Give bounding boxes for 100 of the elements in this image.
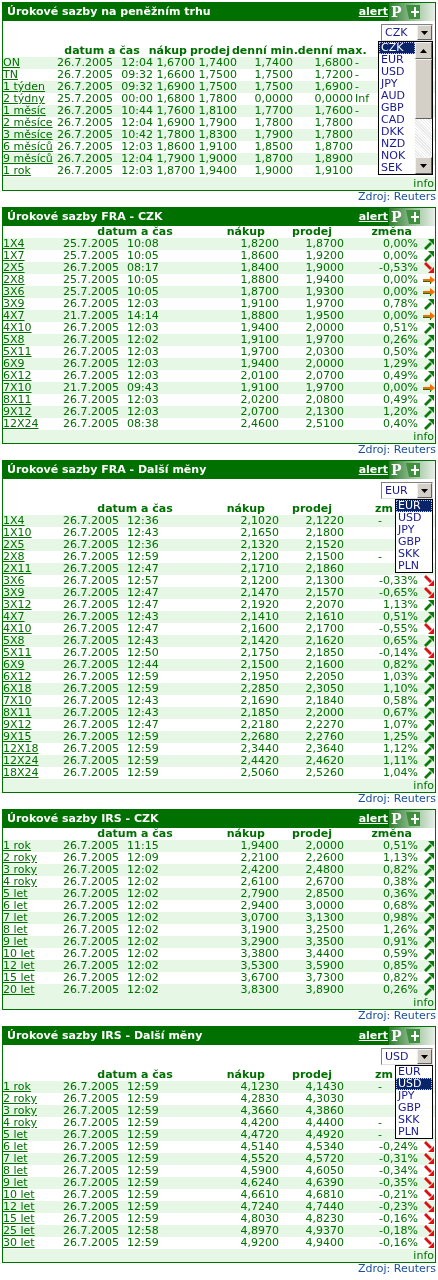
term-link[interactable]: 5X8 <box>3 635 25 647</box>
term-link[interactable]: 4X7 <box>3 611 25 623</box>
logo[interactable]: P <box>389 3 435 21</box>
term-link[interactable]: 8X11 <box>3 707 32 719</box>
term-link[interactable]: 2X8 <box>3 274 25 286</box>
currency-option[interactable]: AUD <box>379 90 415 102</box>
term-link[interactable]: 8X11 <box>3 394 32 406</box>
term-link[interactable]: 2X5 <box>3 539 25 551</box>
dropdown-button[interactable] <box>417 483 432 498</box>
currency-option[interactable]: EUR <box>396 500 432 512</box>
alert-link[interactable]: alert <box>358 208 388 226</box>
term-link[interactable]: 3 měsíce <box>3 129 53 141</box>
term-link[interactable]: 5 let <box>3 1129 28 1141</box>
currency-option[interactable]: JPY <box>379 78 415 90</box>
info-link[interactable]: info <box>413 996 435 1009</box>
scroll-down-button[interactable] <box>415 157 432 174</box>
currency-option[interactable]: SKK <box>396 1114 432 1126</box>
currency-option[interactable]: PLN <box>396 560 432 572</box>
term-link[interactable]: 4X7 <box>3 310 25 322</box>
term-link[interactable]: 6X9 <box>3 659 25 671</box>
term-link[interactable]: 4X10 <box>3 623 32 635</box>
logo[interactable]: P <box>389 208 435 226</box>
term-link[interactable]: 6X12 <box>3 671 32 683</box>
term-link[interactable]: 12 let <box>3 1201 35 1213</box>
term-link[interactable]: 12X24 <box>3 755 39 767</box>
currency-option[interactable]: NOK <box>379 150 415 162</box>
term-link[interactable]: 3X6 <box>3 575 25 587</box>
alert-link[interactable]: alert <box>358 1027 388 1045</box>
term-link[interactable]: 6 let <box>3 1141 28 1153</box>
term-link[interactable]: 1 měsíc <box>3 105 46 117</box>
logo[interactable]: P <box>389 461 435 479</box>
term-link[interactable]: 9 měsíců <box>3 153 53 165</box>
term-link[interactable]: 8 let <box>3 1165 28 1177</box>
term-link[interactable]: 6 měsíců <box>3 141 53 153</box>
term-link[interactable]: 12X18 <box>3 743 39 755</box>
alert-link[interactable]: alert <box>358 3 388 21</box>
term-link[interactable]: 3 roky <box>3 864 37 876</box>
scroll-thumb[interactable] <box>415 59 432 119</box>
term-link[interactable]: 3X12 <box>3 599 32 611</box>
term-link[interactable]: 9X12 <box>3 406 32 418</box>
currency-option[interactable]: EUR <box>379 54 415 66</box>
term-link[interactable]: 5X11 <box>3 647 32 659</box>
currency-option[interactable]: PLN <box>396 1126 432 1138</box>
term-link[interactable]: 1 rok <box>3 1081 31 1093</box>
term-link[interactable]: 10 let <box>3 948 35 960</box>
term-link[interactable]: 1X4 <box>3 515 25 527</box>
info-link[interactable]: info <box>413 1249 435 1262</box>
term-link[interactable]: 2X8 <box>3 551 25 563</box>
logo[interactable]: P <box>389 1027 435 1045</box>
currency-option[interactable]: CZK <box>379 42 415 54</box>
term-link[interactable]: 10 let <box>3 1189 35 1201</box>
currency-select[interactable]: EUR <box>381 482 433 499</box>
currency-option[interactable]: USD <box>396 1078 432 1090</box>
term-link[interactable]: 6X18 <box>3 683 32 695</box>
term-link[interactable]: 9X12 <box>3 719 32 731</box>
term-link[interactable]: TN <box>3 69 18 81</box>
term-link[interactable]: 4 roky <box>3 1117 37 1129</box>
term-link[interactable]: 9 let <box>3 936 28 948</box>
term-link[interactable]: 7 let <box>3 1153 28 1165</box>
term-link[interactable]: 12 let <box>3 960 35 972</box>
term-link[interactable]: 7 let <box>3 912 28 924</box>
term-link[interactable]: 12X24 <box>3 418 39 430</box>
term-link[interactable]: 5 let <box>3 888 28 900</box>
term-link[interactable]: 1 týden <box>3 81 46 93</box>
currency-option[interactable]: JPY <box>396 524 432 536</box>
term-link[interactable]: 1X4 <box>3 238 25 250</box>
term-link[interactable]: 7X10 <box>3 382 32 394</box>
term-link[interactable]: 18X24 <box>3 767 39 779</box>
term-link[interactable]: 15 let <box>3 1213 35 1225</box>
term-link[interactable]: 3X6 <box>3 286 25 298</box>
scroll-up-button[interactable] <box>415 42 432 59</box>
term-link[interactable]: 2X11 <box>3 563 32 575</box>
scrollbar[interactable] <box>415 42 432 174</box>
currency-option[interactable]: GBP <box>396 536 432 548</box>
term-link[interactable]: 8 let <box>3 924 28 936</box>
currency-option[interactable]: EUR <box>396 1066 432 1078</box>
currency-select[interactable]: CZK <box>381 24 433 41</box>
term-link[interactable]: 3X9 <box>3 298 25 310</box>
currency-option[interactable]: GBP <box>396 1102 432 1114</box>
term-link[interactable]: 9 let <box>3 1177 28 1189</box>
info-link[interactable]: info <box>413 779 435 792</box>
term-link[interactable]: 5X11 <box>3 346 32 358</box>
logo[interactable]: P <box>389 810 435 828</box>
term-link[interactable]: 1X7 <box>3 250 25 262</box>
term-link[interactable]: 5X8 <box>3 334 25 346</box>
term-link[interactable]: 20 let <box>3 984 35 996</box>
term-link[interactable]: 3X9 <box>3 587 25 599</box>
term-link[interactable]: 9X15 <box>3 731 32 743</box>
currency-option[interactable]: CAD <box>379 114 415 126</box>
alert-link[interactable]: alert <box>358 810 388 828</box>
currency-option[interactable]: SKK <box>396 548 432 560</box>
currency-option[interactable]: GBP <box>379 102 415 114</box>
term-link[interactable]: 2X5 <box>3 262 25 274</box>
currency-option[interactable]: USD <box>396 512 432 524</box>
term-link[interactable]: 2 měsíce <box>3 117 53 129</box>
dropdown-button[interactable] <box>417 1049 432 1064</box>
info-link[interactable]: info <box>413 177 435 190</box>
alert-link[interactable]: alert <box>358 461 388 479</box>
term-link[interactable]: 4 roky <box>3 876 37 888</box>
dropdown-button[interactable] <box>417 25 432 40</box>
